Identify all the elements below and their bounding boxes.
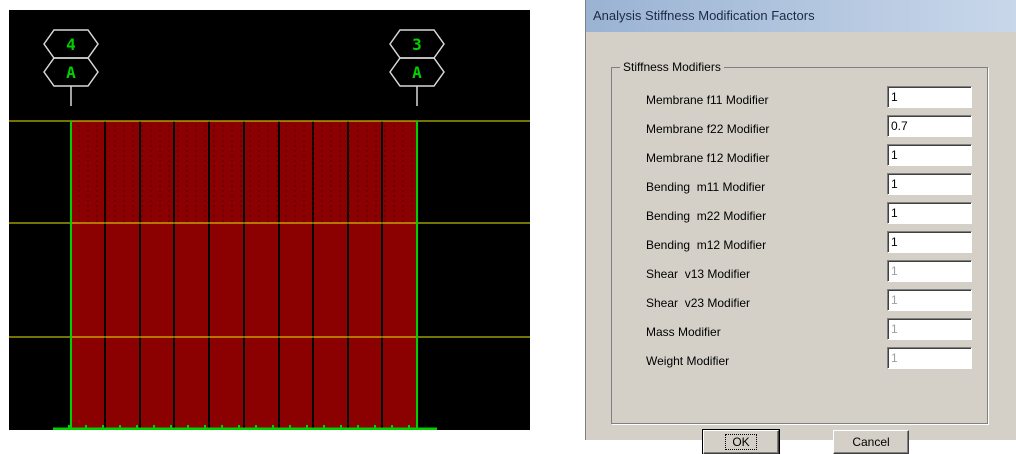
modifier-row: Bending m11 Modifier xyxy=(612,173,987,197)
modifier-input[interactable] xyxy=(887,202,972,224)
modifier-row: Bending m12 Modifier xyxy=(612,231,987,255)
modifier-input[interactable] xyxy=(887,173,972,195)
dialog-client: Stiffness Modifiers Membrane f11 Modifie… xyxy=(591,32,1011,454)
group-title: Stiffness Modifiers xyxy=(620,60,724,74)
modifier-label: Membrane f22 Modifier xyxy=(646,122,770,136)
modifier-row: Membrane f11 Modifier xyxy=(612,86,987,110)
modifier-input[interactable] xyxy=(887,231,972,253)
modifier-input[interactable] xyxy=(887,115,972,137)
grid-bubble-4[interactable]: 4A xyxy=(43,29,99,106)
dialog-titlebar[interactable]: Analysis Stiffness Modification Factors xyxy=(586,0,1016,32)
modifier-row: Shear v13 Modifier xyxy=(612,260,987,284)
bubble-number: 3 xyxy=(412,35,422,54)
ok-label: OK xyxy=(725,434,757,450)
modifier-row: Membrane f12 Modifier xyxy=(612,144,987,168)
stiffness-dialog: Analysis Stiffness Modification Factors … xyxy=(585,0,1016,454)
modifier-label: Mass Modifier xyxy=(646,325,721,339)
modifier-label: Bending m12 Modifier xyxy=(646,238,767,252)
modifier-row: Membrane f22 Modifier xyxy=(612,115,987,139)
modifier-label: Shear v13 Modifier xyxy=(646,267,751,281)
modifier-label: Weight Modifier xyxy=(646,354,730,368)
bubble-number: 4 xyxy=(66,35,76,54)
grid-bubble-3[interactable]: 3A xyxy=(389,29,445,106)
model-canvas: 4A3A xyxy=(9,29,530,430)
modifier-input xyxy=(887,260,972,282)
modifier-label: Bending m11 Modifier xyxy=(646,180,766,194)
modifier-label: Membrane f11 Modifier xyxy=(646,93,769,107)
model-view[interactable]: 4A3A xyxy=(9,10,530,430)
stiffness-modifiers-group: Stiffness Modifiers Membrane f11 Modifie… xyxy=(611,60,988,424)
wall-panels xyxy=(71,121,417,430)
ok-button[interactable]: OK xyxy=(702,429,780,454)
modifier-row: Mass Modifier xyxy=(612,318,987,342)
grid-bubbles: 4A3A xyxy=(43,29,445,106)
modifier-row: Weight Modifier xyxy=(612,347,987,371)
modifier-row: Shear v23 Modifier xyxy=(612,289,987,313)
modifier-label: Shear v23 Modifier xyxy=(646,296,751,310)
modifier-input xyxy=(887,289,972,311)
dialog-title: Analysis Stiffness Modification Factors xyxy=(593,8,815,23)
modifier-input[interactable] xyxy=(887,144,972,166)
modifier-row: Bending m22 Modifier xyxy=(612,202,987,226)
modifier-input[interactable] xyxy=(887,86,972,108)
modifier-input xyxy=(887,347,972,369)
cancel-button[interactable]: Cancel xyxy=(833,430,909,454)
bubble-letter: A xyxy=(412,63,422,82)
bubble-letter: A xyxy=(66,63,76,82)
modifier-label: Membrane f12 Modifier xyxy=(646,151,770,165)
modifier-input xyxy=(887,318,972,340)
modifier-label: Bending m22 Modifier xyxy=(646,209,767,223)
